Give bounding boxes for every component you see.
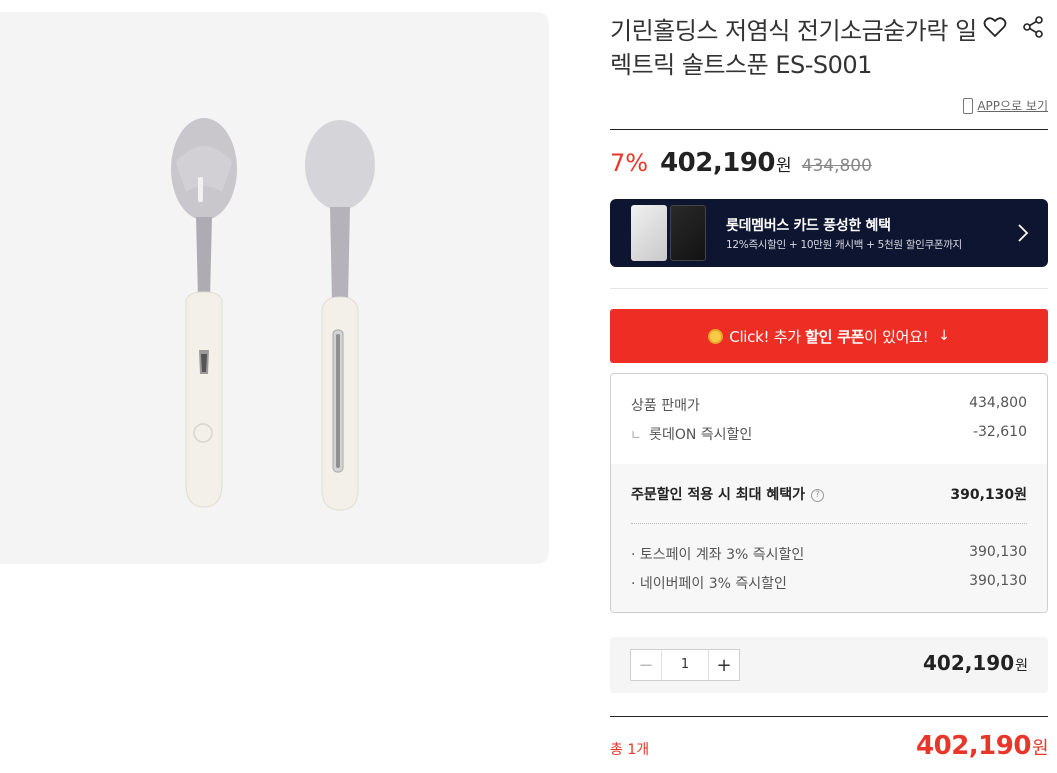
arrow-down-icon: ↓ [938, 328, 950, 344]
sale-price-currency: 원 [776, 156, 792, 176]
view-in-app-label: APP으로 보기 [977, 99, 1048, 113]
best-price-row: 주문할인 적용 시 최대 혜택가? 390,130원 [631, 484, 1027, 504]
list-price-value: 434,800 [969, 395, 1027, 411]
benefit-label: · 토스페이 계좌 3% 즉시할인 [631, 547, 805, 563]
banner-divider [610, 288, 1048, 289]
white-credit-card-image [631, 205, 667, 261]
product-image[interactable] [0, 12, 549, 564]
benefit-value: 390,130 [969, 544, 1027, 560]
increase-quantity-button[interactable]: + [708, 650, 739, 680]
question-mark-icon[interactable]: ? [811, 488, 825, 502]
line-item-price-value: 402,190 [923, 651, 1015, 675]
total-price-currency: 원 [1031, 738, 1049, 759]
additional-coupon-button[interactable]: Click! 추가 할인 쿠폰이 있어요! ↓ [610, 309, 1048, 363]
quantity-stepper: − + [630, 649, 740, 681]
coupon-button-text: Click! 추가 할인 쿠폰이 있어요! [729, 326, 928, 347]
line-item-price: 402,190원 [923, 651, 1028, 675]
benefit-row: · 토스페이 계좌 3% 즉시할인 390,130 [631, 544, 1027, 564]
benefit-label: · 네이버페이 3% 즉시할인 [631, 576, 787, 592]
coupon-button-highlight: 할인 쿠폰 [805, 327, 865, 346]
title-divider [610, 129, 1048, 130]
dotted-divider [631, 523, 1027, 524]
best-price-label: 주문할인 적용 시 최대 혜택가 [631, 487, 806, 503]
instant-discount-label: 롯데ON 즉시할인 [649, 427, 753, 443]
card-banner-title: 롯데멤버스 카드 풍성한 혜택 [726, 218, 891, 234]
total-price: 402,190원 [916, 731, 1048, 761]
list-price-row: 상품 판매가 434,800 [631, 395, 1027, 415]
total-price-value: 402,190 [916, 731, 1031, 761]
coin-icon [708, 328, 724, 344]
instant-discount-row: ∟ 롯데ON 즉시할인 -32,610 [631, 424, 1027, 444]
list-price-label: 상품 판매가 [631, 398, 700, 414]
total-count-label: 총 1개 [610, 742, 650, 758]
electric-salt-spoons-illustration [171, 118, 375, 511]
instant-discount-value: -32,610 [972, 424, 1027, 440]
lotte-members-card-banner[interactable]: 롯데멤버스 카드 풍성한 혜택 12%즉시할인 + 10만원 캐시백 + 5천원… [610, 199, 1048, 267]
benefit-row: · 네이버페이 3% 즉시할인 390,130 [631, 573, 1027, 593]
price-breakdown-box: 상품 판매가 434,800 ∟ 롯데ON 즉시할인 -32,610 주문할인 적… [610, 373, 1048, 613]
share-icon[interactable] [1021, 14, 1045, 40]
quantity-input[interactable] [662, 650, 708, 680]
heart-icon[interactable] [982, 14, 1008, 40]
quantity-box: − + 402,190원 [610, 637, 1048, 693]
coupon-button-suffix: 이 있어요! [864, 327, 929, 346]
best-price-value: 390,130원 [950, 487, 1027, 503]
sale-price: 402,190 [660, 148, 775, 178]
indent-corner-icon: ∟ [631, 428, 642, 442]
black-credit-card-image [670, 205, 706, 261]
discount-rate: 7% [610, 149, 649, 177]
view-in-app-link[interactable]: APP으로 보기 [963, 97, 1048, 114]
total-divider [610, 716, 1048, 717]
card-banner-subtitle: 12%즉시할인 + 10만원 캐시백 + 5천원 할인쿠폰까지 [726, 239, 962, 251]
product-title: 기린홀딩스 저염식 전기소금숟가락 일렉트릭 솔트스푼 ES-S001 [610, 17, 977, 79]
coupon-button-prefix: Click! 추가 [729, 327, 806, 346]
mobile-phone-icon [963, 97, 974, 114]
price-row: 7% 402,190 원 434,800 [610, 148, 872, 178]
line-item-currency: 원 [1015, 658, 1028, 674]
benefit-value: 390,130 [969, 573, 1027, 589]
original-price: 434,800 [801, 156, 872, 176]
decrease-quantity-button[interactable]: − [631, 650, 662, 680]
chevron-right-icon [1012, 221, 1032, 245]
